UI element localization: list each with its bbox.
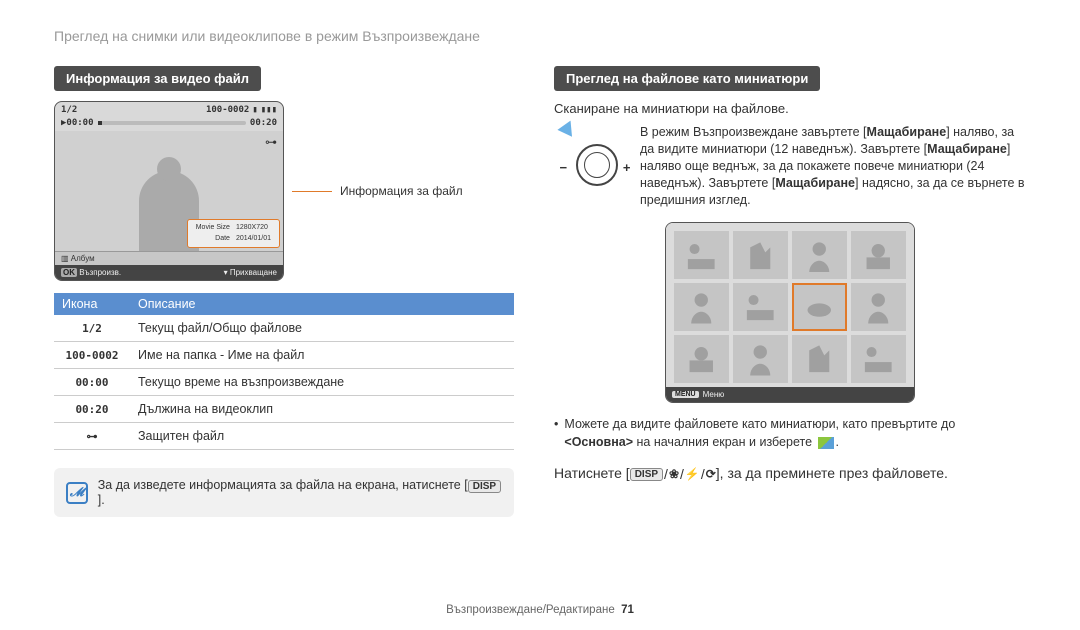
lock-icon: ⊶ (54, 423, 130, 450)
progress-track (98, 121, 246, 125)
menu-label: Меню (703, 390, 725, 399)
table-row: ⊶Защитен файл (54, 423, 514, 450)
flash-icon: ⚡ (685, 467, 700, 481)
disp-button: DISP (468, 480, 501, 493)
player-counter: 1/2 (61, 105, 77, 115)
album-label: Албум (71, 254, 95, 263)
thumbnail (674, 231, 729, 279)
thumbnail (851, 231, 906, 279)
menu-button: MENU (672, 391, 699, 398)
thumbnail (674, 335, 729, 383)
thumbnail (851, 283, 906, 331)
zoom-instruction-text: В режим Възпроизвеждане завъртете [Мащаб… (640, 124, 1026, 208)
bullet-notes: • Можете да видите файловете като миниат… (554, 415, 1026, 451)
th-icon: Икона (54, 293, 130, 315)
thumbnail-selected (792, 283, 847, 331)
icon-description-table: Икона Описание 1/2Текущ файл/Общо файлов… (54, 293, 514, 450)
lock-icon: ⊶ (265, 135, 277, 149)
minus-icon: − (560, 160, 568, 175)
thumbnail (792, 335, 847, 383)
time-total: 00:20 (250, 118, 277, 128)
time-current: 00:00 (66, 118, 93, 128)
table-row: 00:00Текущо време на възпроизвеждане (54, 369, 514, 396)
thumbnail-panel: MENU Меню (665, 222, 915, 402)
callout-line (292, 191, 332, 192)
section-header-thumbnails: Преглед на файлове като миниатюри (554, 66, 820, 91)
plus-icon: + (623, 160, 631, 175)
table-row: 00:20Дължина на видеоклип (54, 396, 514, 423)
battery-icon: ▮▮▮ (261, 105, 277, 115)
sd-icon: ▮ (252, 105, 257, 115)
note-box: 𝓜 За да изведете информацията за файла н… (54, 468, 514, 517)
thumbnail (733, 335, 788, 383)
file-info-overlay: Movie Size1280X720 Date2014/01/01 (187, 219, 280, 248)
page-title: Преглед на снимки или видеоклипове в реж… (54, 28, 1026, 44)
callout-label: Информация за файл (340, 184, 463, 198)
timer-icon: ⟳ (706, 467, 716, 481)
section-header-video-info: Информация за видео файл (54, 66, 261, 91)
thumbnail (733, 231, 788, 279)
page-footer: Възпроизвеждане/Редактиране 71 (0, 604, 1080, 616)
navigation-instruction: Натиснете [ DISP/ ❀/ ⚡/ ⟳ ], за да преми… (554, 465, 1026, 482)
note-icon: 𝓜 (66, 482, 88, 504)
table-row: 1/2Текущ файл/Общо файлове (54, 315, 514, 342)
gallery-icon (818, 437, 834, 449)
thumbnail (733, 283, 788, 331)
table-row: 100-0002Име на папка - Име на файл (54, 342, 514, 369)
ok-button-label: OK (61, 268, 77, 277)
disp-button: DISP (630, 468, 663, 481)
macro-icon: ❀ (669, 467, 679, 481)
thumbnail (792, 231, 847, 279)
thumbnail (851, 335, 906, 383)
sub-text: Сканиране на миниатюри на файлове. (554, 101, 1026, 116)
th-desc: Описание (130, 293, 514, 315)
thumbnail (674, 283, 729, 331)
file-code: 100-0002 (206, 105, 249, 115)
zoom-dial-graphic: − + (554, 124, 628, 189)
video-player-mock: 1/2 100-0002 ▮ ▮▮▮ ▶ 00:00 00:20 ⊶ (54, 101, 284, 281)
